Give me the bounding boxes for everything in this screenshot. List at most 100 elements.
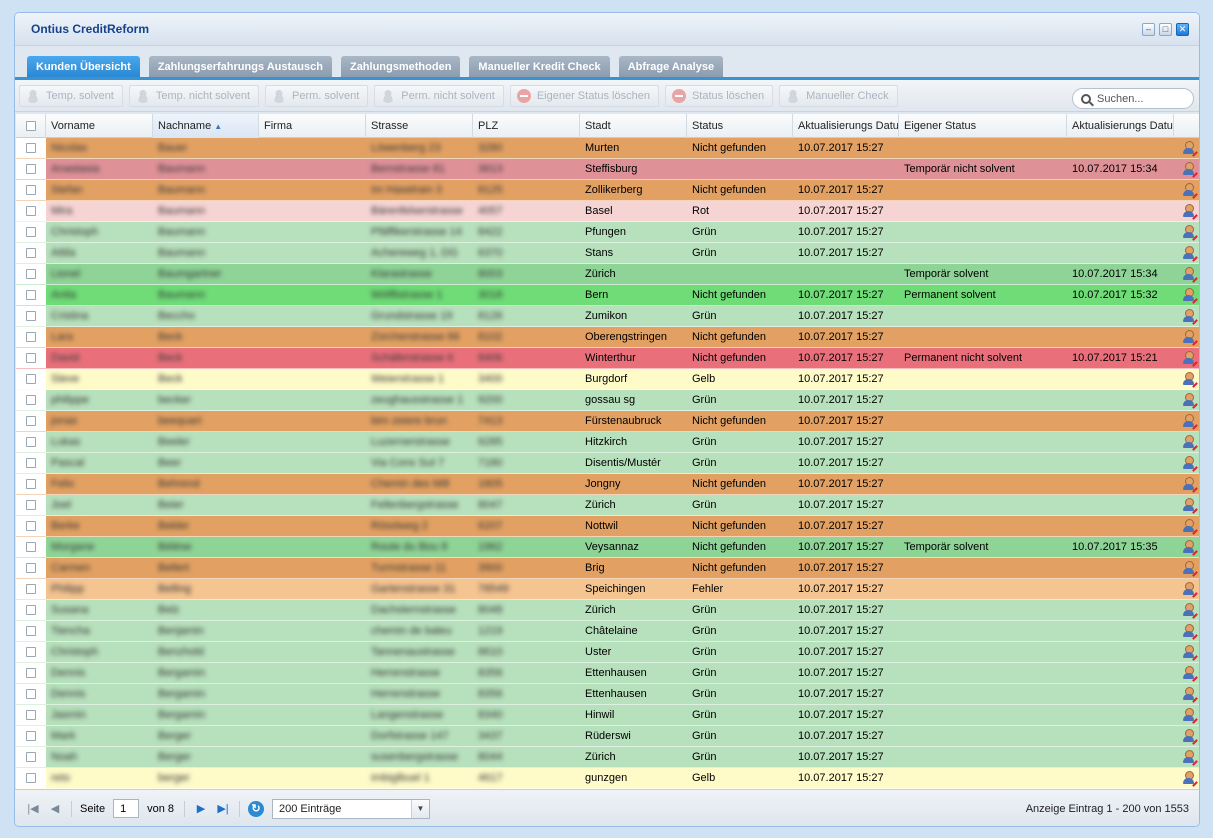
column-header[interactable]: Aktualisierungs Datum (1067, 114, 1174, 138)
table-row[interactable]: Philipp Belling Gartenstrasse 31 78549 Speic… (16, 579, 1199, 600)
minimize-icon[interactable]: – (1142, 22, 1155, 36)
row-checkbox[interactable] (26, 647, 36, 657)
edit-person-icon[interactable] (1182, 414, 1198, 430)
table-row[interactable]: Cristina Beccho Grundstrasse 19 8126 Zumikon… (16, 306, 1199, 327)
row-checkbox[interactable] (26, 479, 36, 489)
table-row[interactable]: Berke Bekler Rösslweg 2 6207 Nottwil Nicht ge… (16, 516, 1199, 537)
column-header[interactable]: Aktualisierungs Datum (793, 114, 899, 138)
table-row[interactable]: Stefan Baumann Im Haselrain 3 8125 Zollikerb… (16, 180, 1199, 201)
column-header[interactable]: PLZ (473, 114, 580, 138)
row-checkbox[interactable] (26, 689, 36, 699)
last-page-icon[interactable]: ▶| (215, 801, 231, 817)
edit-person-icon[interactable] (1182, 162, 1198, 178)
row-checkbox[interactable] (26, 542, 36, 552)
row-checkbox[interactable] (26, 353, 36, 363)
tab-abfrage-analyse[interactable]: Abfrage Analyse (618, 56, 724, 77)
table-row[interactable]: David Beck Schäferstrasse 6 8406 Winterthur N… (16, 348, 1199, 369)
tab-zahlungserfahrungs-austausch[interactable]: Zahlungserfahrungs Austausch (148, 56, 332, 77)
row-checkbox[interactable] (26, 773, 36, 783)
row-checkbox[interactable] (26, 626, 36, 636)
table-row[interactable]: Lukas Beeler Luzernerstrasse 6285 Hitzkirch G… (16, 432, 1199, 453)
row-checkbox[interactable] (26, 668, 36, 678)
tab-manueller-kredit-check[interactable]: Manueller Kredit Check (469, 56, 610, 77)
status-löschen-button[interactable]: Status löschen (664, 84, 774, 107)
edit-person-icon[interactable] (1182, 624, 1198, 640)
table-row[interactable]: Steve Beck Weierstrasse 1 3400 Burgdorf Gelb 1… (16, 369, 1199, 390)
chevron-down-icon[interactable]: ▼ (411, 799, 429, 818)
edit-person-icon[interactable] (1182, 435, 1198, 451)
edit-person-icon[interactable] (1182, 288, 1198, 304)
table-row[interactable]: Lionel Baumgartner Klarastrasse 8003 Zürich T… (16, 264, 1199, 285)
table-row[interactable]: Pascal Beer Via Cons Sut 7 7180 Disentis/Mus… (16, 453, 1199, 474)
row-checkbox[interactable] (26, 521, 36, 531)
table-row[interactable]: Anastasia Baumann Bernstrasse 81 3613 Steffi… (16, 159, 1199, 180)
table-row[interactable]: Attila Baumann Achereweg 1, DG 6370 Stans Grü… (16, 243, 1199, 264)
column-header[interactable]: Vorname (46, 114, 153, 138)
perm-nicht-solvent-button[interactable]: Perm. nicht solvent (374, 84, 504, 107)
row-checkbox[interactable] (26, 248, 36, 258)
edit-person-icon[interactable] (1182, 372, 1198, 388)
prev-page-icon[interactable]: ◀ (47, 801, 63, 817)
table-row[interactable]: Nicolas Bauer Löwenberg 23 3280 Murten Nicht … (16, 138, 1199, 159)
edit-person-icon[interactable] (1182, 141, 1198, 157)
row-checkbox[interactable] (26, 458, 36, 468)
row-checkbox[interactable] (26, 143, 36, 153)
column-header[interactable]: Strasse (366, 114, 473, 138)
row-checkbox[interactable] (26, 584, 36, 594)
next-page-icon[interactable]: ▶ (193, 801, 209, 817)
edit-person-icon[interactable] (1182, 330, 1198, 346)
row-checkbox[interactable] (26, 269, 36, 279)
perm-solvent-button[interactable]: Perm. solvent (265, 84, 369, 107)
table-row[interactable]: Noah Berger susenbergstrasse 8044 Zürich Grün… (16, 747, 1199, 768)
table-row[interactable]: Anita Baumann Wölflistrasse 1 3018 Bern Nicht… (16, 285, 1199, 306)
page-size-select[interactable]: 200 Einträge ▼ (272, 798, 430, 819)
edit-person-icon[interactable] (1182, 351, 1198, 367)
table-row[interactable]: philippe becker zeughausstrasse 1 9200 gossa… (16, 390, 1199, 411)
edit-person-icon[interactable] (1182, 561, 1198, 577)
row-checkbox[interactable] (26, 311, 36, 321)
table-row[interactable]: Felix Behrend Chemin des Mill 1805 Jongny Nic… (16, 474, 1199, 495)
close-icon[interactable]: ✕ (1176, 22, 1189, 36)
search-input[interactable] (1097, 92, 1187, 105)
edit-person-icon[interactable] (1182, 750, 1198, 766)
column-header[interactable]: Nachname ▲ (153, 114, 259, 138)
edit-person-icon[interactable] (1182, 771, 1198, 787)
row-checkbox[interactable] (26, 416, 36, 426)
edit-person-icon[interactable] (1182, 729, 1198, 745)
table-row[interactable]: Lara Beck Zürcherstrasse 66 8102 Oberengstri… (16, 327, 1199, 348)
table-row[interactable]: Tiencha Benjamin chemin de baleu 1219 Châtel… (16, 621, 1199, 642)
table-row[interactable]: Christoph Benzhold Tannenaustrasse 8610 Uste… (16, 642, 1199, 663)
edit-person-icon[interactable] (1182, 645, 1198, 661)
row-checkbox[interactable] (26, 374, 36, 384)
edit-person-icon[interactable] (1182, 519, 1198, 535)
table-row[interactable]: Susana Belz Dachslernstrasse 8048 Zürich Grün… (16, 600, 1199, 621)
edit-person-icon[interactable] (1182, 225, 1198, 241)
row-checkbox[interactable] (26, 290, 36, 300)
row-checkbox[interactable] (26, 605, 36, 615)
manueller-check-button[interactable]: Manueller Check (779, 84, 898, 107)
edit-person-icon[interactable] (1182, 477, 1198, 493)
temp-solvent-button[interactable]: Temp. solvent (19, 84, 123, 107)
edit-person-icon[interactable] (1182, 540, 1198, 556)
row-checkbox[interactable] (26, 185, 36, 195)
tab-kunden-übersicht[interactable]: Kunden Übersicht (27, 56, 140, 77)
edit-person-icon[interactable] (1182, 309, 1198, 325)
table-row[interactable]: reto berger imbiglbuel 1 4617 gunzgen Gelb 10.… (16, 768, 1199, 789)
row-checkbox[interactable] (26, 395, 36, 405)
row-checkbox[interactable] (26, 437, 36, 447)
search-box[interactable] (1072, 88, 1194, 109)
row-checkbox[interactable] (26, 500, 36, 510)
edit-person-icon[interactable] (1182, 666, 1198, 682)
edit-person-icon[interactable] (1182, 687, 1198, 703)
edit-person-icon[interactable] (1182, 183, 1198, 199)
table-row[interactable]: Mira Baumann Bärenfelserstrasse 4057 Basel Ro… (16, 201, 1199, 222)
row-checkbox[interactable] (26, 752, 36, 762)
table-row[interactable]: Christoph Baumann Pfäffikerstrasse 14 8422 P… (16, 222, 1199, 243)
edit-person-icon[interactable] (1182, 204, 1198, 220)
row-checkbox[interactable] (26, 206, 36, 216)
tab-zahlungsmethoden[interactable]: Zahlungsmethoden (340, 56, 461, 77)
row-checkbox[interactable] (26, 227, 36, 237)
edit-person-icon[interactable] (1182, 246, 1198, 262)
table-row[interactable]: Mark Berger Dorfstrasse 147 3437 Rüderswi Grü… (16, 726, 1199, 747)
column-header[interactable]: Firma (259, 114, 366, 138)
